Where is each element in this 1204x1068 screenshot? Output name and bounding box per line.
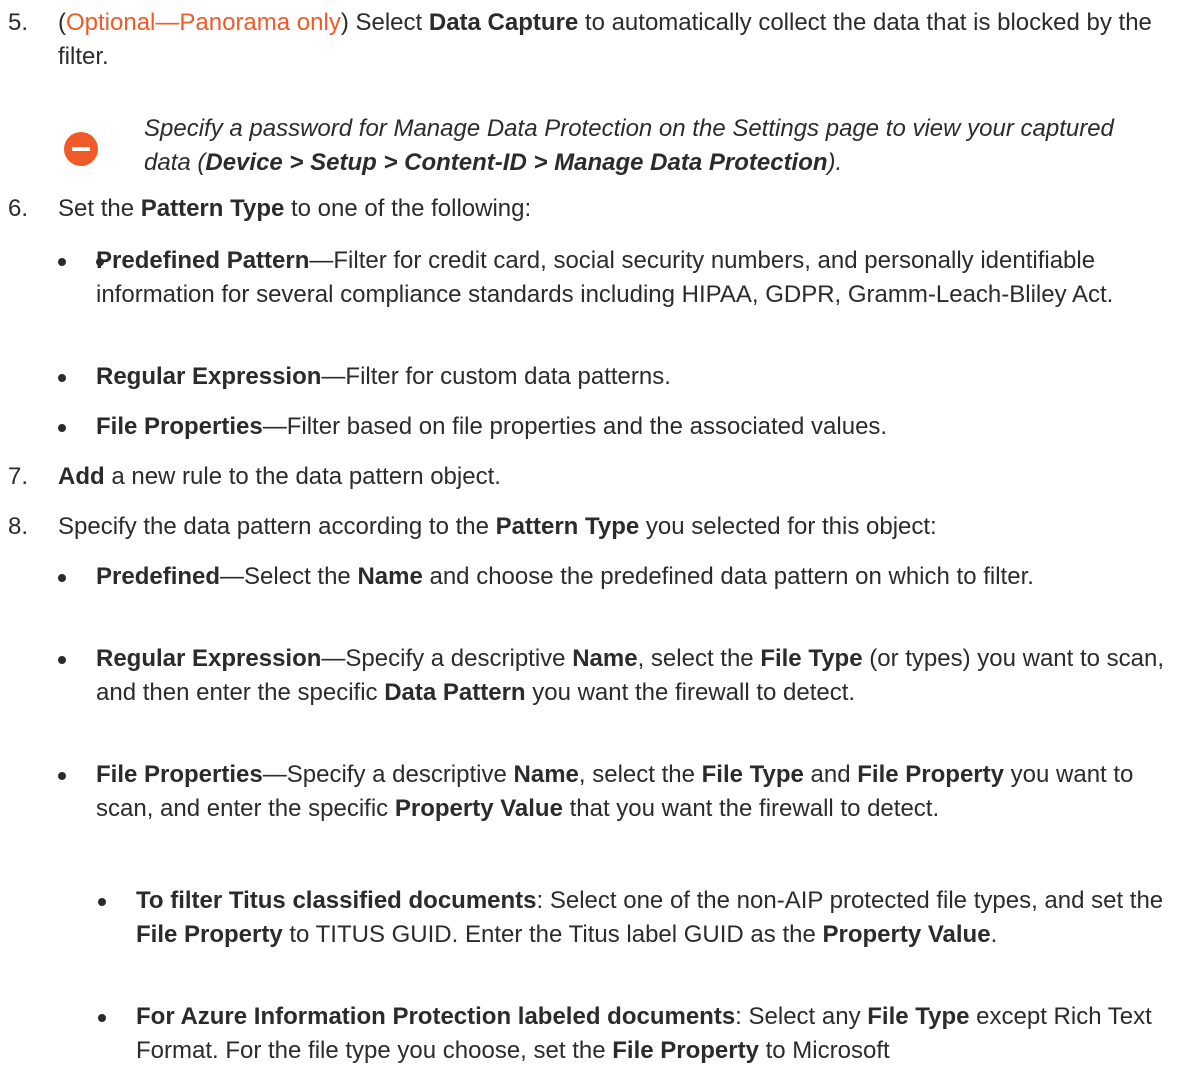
step-number: 6. (8, 195, 29, 222)
step-number: 5. (8, 9, 29, 36)
step-7: 7. Add a new rule to the data pattern ob… (0, 460, 1180, 494)
step-number: 8. (8, 513, 29, 540)
bullet-icon (58, 656, 66, 664)
minus-circle-icon (64, 132, 98, 166)
step-text: Specify the data pattern according to th… (58, 513, 937, 540)
list-item-file-properties-spec: File Properties—Specify a descriptive Na… (58, 758, 1186, 826)
step-text: Set the Pattern Type to one of the follo… (58, 195, 532, 222)
step-6: 6. Set the Pattern Type to one of the fo… (0, 192, 1180, 226)
list-item-predefined: Predefined—Select the Name and choose th… (58, 560, 1186, 594)
note-text: Specify a password for Manage Data Prote… (144, 115, 1114, 176)
step-5: 5. (Optional—Panorama only) Select Data … (0, 6, 1180, 74)
bullet-icon (58, 374, 66, 382)
list-item-file-properties: File Properties—Filter based on file pro… (58, 410, 1186, 444)
bullet-icon (58, 772, 66, 780)
bullet-icon (58, 574, 66, 582)
note-callout: Specify a password for Manage Data Prote… (58, 112, 1158, 180)
document-page: 5. (Optional—Panorama only) Select Data … (0, 0, 1204, 1068)
list-item-titus: To filter Titus classified documents: Se… (98, 884, 1186, 952)
list-item-predefined-pattern: Predefined Pattern—Filter for credit car… (58, 244, 1186, 312)
step-text: Add a new rule to the data pattern objec… (58, 463, 501, 490)
bullet-icon (98, 1014, 106, 1022)
step-8: 8. Specify the data pattern according to… (0, 510, 1180, 544)
list-item-regular-expression: Regular Expression—Filter for custom dat… (58, 360, 1186, 394)
step-number: 7. (8, 463, 29, 490)
bullet-icon (58, 258, 66, 266)
list-item-regex: Regular Expression—Specify a descriptive… (58, 642, 1186, 710)
step-text: (Optional—Panorama only) Select Data Cap… (58, 9, 1152, 70)
bullet-icon (98, 898, 106, 906)
optional-link[interactable]: Optional—Panorama only (66, 9, 341, 36)
list-item-azure: For Azure Information Protection labeled… (98, 1000, 1186, 1068)
bullet-icon (58, 424, 66, 432)
